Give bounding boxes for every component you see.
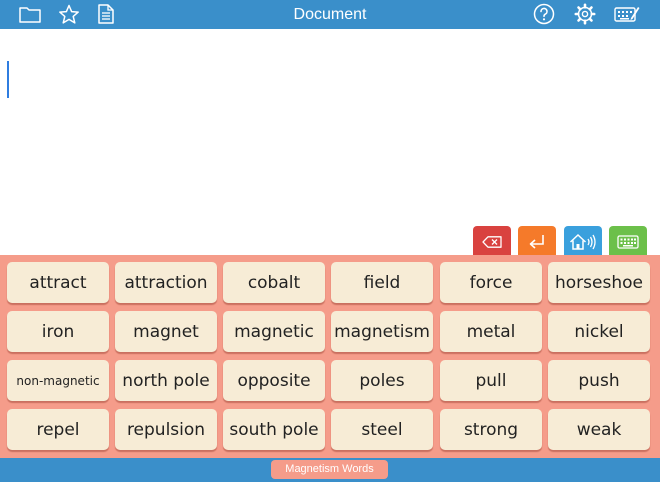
word-tile[interactable]: horseshoe (548, 262, 650, 303)
word-tile[interactable]: strong (440, 409, 542, 450)
word-tile[interactable]: opposite (223, 360, 325, 401)
word-tile[interactable]: repel (7, 409, 109, 450)
delete-button[interactable] (473, 226, 511, 257)
word-tile[interactable]: magnetism (331, 311, 433, 352)
word-tile[interactable]: poles (331, 360, 433, 401)
word-tile[interactable]: attract (7, 262, 109, 303)
word-set-tab[interactable]: Magnetism Words (271, 460, 388, 479)
speaker-house-icon (569, 233, 597, 251)
word-tile[interactable]: field (331, 262, 433, 303)
help-icon[interactable] (532, 3, 556, 25)
keyboard-button[interactable] (609, 226, 647, 257)
top-bar: Document (0, 0, 660, 29)
word-tile[interactable]: magnet (115, 311, 217, 352)
word-tile[interactable]: cobalt (223, 262, 325, 303)
word-tile[interactable]: force (440, 262, 542, 303)
word-tile[interactable]: attraction (115, 262, 217, 303)
backspace-icon (482, 235, 502, 248)
document-icon[interactable] (94, 3, 118, 25)
word-tile[interactable]: magnetic (223, 311, 325, 352)
keyboard-icon (617, 234, 639, 249)
word-tile[interactable]: north pole (115, 360, 217, 401)
word-tile[interactable]: metal (440, 311, 542, 352)
word-tile[interactable]: iron (7, 311, 109, 352)
document-text-area[interactable] (0, 29, 660, 255)
word-tile[interactable]: pull (440, 360, 542, 401)
folder-icon[interactable] (18, 3, 42, 25)
word-tile[interactable]: repulsion (115, 409, 217, 450)
word-tile[interactable]: south pole (223, 409, 325, 450)
word-panel: attract attraction cobalt field force horsesh… (0, 255, 660, 458)
word-tile[interactable]: weak (548, 409, 650, 450)
return-arrow-icon (528, 234, 546, 250)
page-title: Document (293, 6, 367, 23)
word-tile[interactable]: nickel (548, 311, 650, 352)
keyboard-edit-icon[interactable] (614, 3, 640, 25)
word-tile[interactable]: steel (331, 409, 433, 450)
word-tile[interactable]: push (548, 360, 650, 401)
text-cursor (7, 61, 9, 98)
return-button[interactable] (518, 226, 556, 257)
gear-icon[interactable] (573, 3, 597, 25)
word-tile[interactable]: non-magnetic (7, 360, 109, 401)
speak-button[interactable] (564, 226, 602, 257)
star-icon[interactable] (57, 3, 81, 25)
bottom-bar: Magnetism Words (0, 458, 660, 482)
